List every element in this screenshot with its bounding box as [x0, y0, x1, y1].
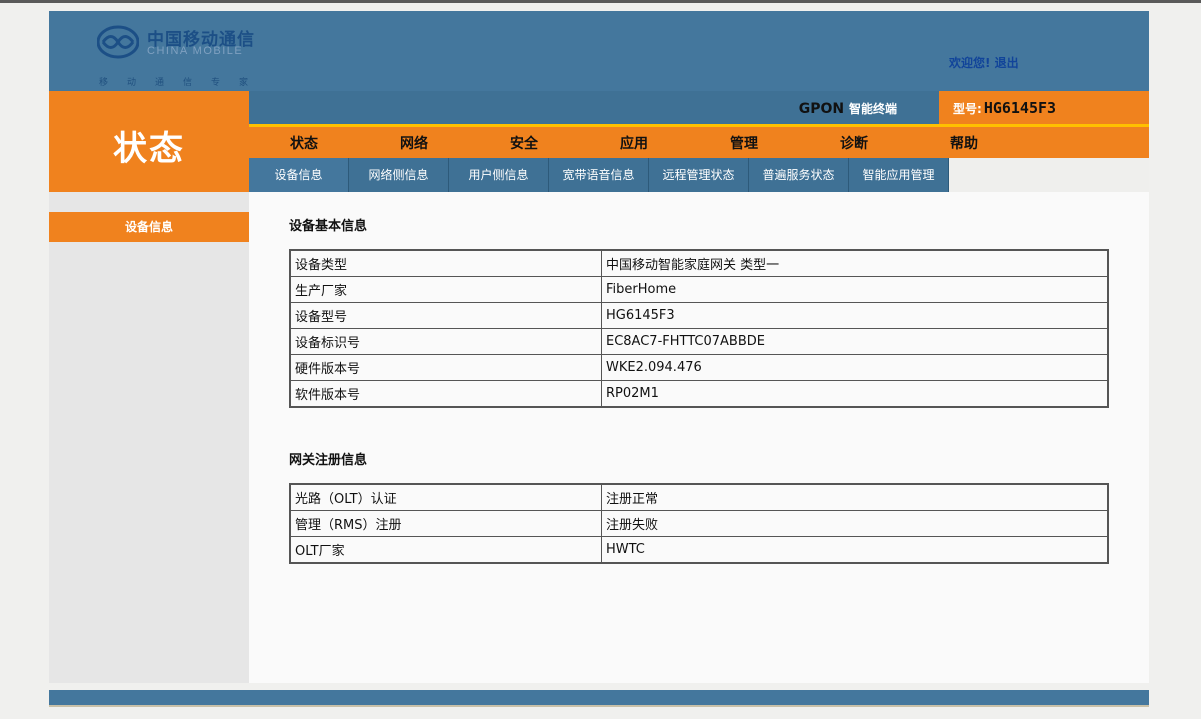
main-nav-status[interactable]: 状态: [259, 133, 349, 153]
main-nav-help[interactable]: 帮助: [919, 133, 1009, 153]
table-row: 管理（RMS）注册 注册失败: [289, 510, 1109, 537]
header-bar: 中国移动通信 CHINA MOBILE 移动通信专家 欢迎您! 退出: [49, 11, 1149, 91]
tab-remote-management-status[interactable]: 远程管理状态: [649, 158, 749, 192]
top-border: [0, 0, 1201, 3]
gpon-label: GPON: [798, 101, 845, 117]
table-cell-value: 注册失败: [601, 510, 1109, 537]
table-cell-value: RP02M1: [601, 380, 1109, 408]
sidebar: 设备信息: [49, 192, 249, 683]
table-cell-label: 硬件版本号: [289, 354, 602, 381]
logout-link[interactable]: 退出: [995, 56, 1019, 70]
table-row: 光路（OLT）认证 注册正常: [289, 483, 1109, 511]
table-cell-value: EC8AC7-FHTTC07ABBDE: [601, 328, 1109, 355]
logo-english-text: CHINA MOBILE: [147, 45, 244, 57]
main-nav-management[interactable]: 管理: [699, 133, 789, 153]
table-cell-value: FiberHome: [601, 276, 1109, 303]
section-title-block: 状态: [49, 91, 249, 192]
table-row: OLT厂家 HWTC: [289, 536, 1109, 564]
table-cell-value: 中国移动智能家庭网关 类型一: [601, 249, 1109, 277]
main-nav-security[interactable]: 安全: [479, 133, 569, 153]
table-cell-value: 注册正常: [601, 483, 1109, 511]
gpon-subtitle: 智能终端: [848, 102, 897, 116]
tab-device-info[interactable]: 设备信息: [249, 158, 349, 192]
table-cell-value: WKE2.094.476: [601, 354, 1109, 381]
table-row: 硬件版本号 WKE2.094.476: [289, 354, 1109, 381]
tab-smart-app-management[interactable]: 智能应用管理: [849, 158, 949, 192]
sub-nav: 设备信息 网络侧信息 用户侧信息 宽带语音信息 远程管理状态 普遍服务状态 智能…: [249, 158, 1149, 192]
table-row: 设备类型 中国移动智能家庭网关 类型一: [289, 249, 1109, 277]
model-info: 型号: HG6145F3: [953, 99, 1056, 117]
section-title: 状态: [113, 129, 185, 169]
table-cell-label: 管理（RMS）注册: [289, 510, 602, 537]
device-info-table: 设备类型 中国移动智能家庭网关 类型一 生产厂家 FiberHome 设备型号 …: [289, 249, 1109, 408]
product-name: GPON 智能终端: [799, 100, 897, 117]
model-label: 型号:: [953, 102, 982, 116]
main-nav-network[interactable]: 网络: [369, 133, 459, 153]
table-row: 生产厂家 FiberHome: [289, 276, 1109, 303]
footer-bar: [49, 690, 1149, 707]
table-cell-value: HG6145F3: [601, 302, 1109, 329]
china-mobile-emblem-icon: [97, 25, 139, 59]
welcome-text: 欢迎您!: [949, 56, 991, 70]
welcome-area: 欢迎您! 退出: [949, 54, 1019, 71]
router-admin-frame: 中国移动通信 CHINA MOBILE 移动通信专家 欢迎您! 退出 状态 GP…: [49, 11, 1149, 707]
main-nav: 状态 网络 安全 应用 管理 诊断 帮助: [249, 127, 1149, 158]
table-cell-label: 设备标识号: [289, 328, 602, 355]
registration-info-title: 网关注册信息: [289, 453, 368, 468]
tab-broadband-voice-info[interactable]: 宽带语音信息: [549, 158, 649, 192]
tab-universal-service-status[interactable]: 普遍服务状态: [749, 158, 849, 192]
product-bar: GPON 智能终端: [249, 91, 939, 125]
table-cell-label: 软件版本号: [289, 380, 602, 408]
table-row: 软件版本号 RP02M1: [289, 380, 1109, 408]
table-row: 设备型号 HG6145F3: [289, 302, 1109, 329]
logo-slogan: 移动通信专家: [99, 78, 268, 88]
main-content: 设备基本信息 设备类型 中国移动智能家庭网关 类型一 生产厂家 FiberHom…: [249, 192, 1149, 683]
table-row: 设备标识号 EC8AC7-FHTTC07ABBDE: [289, 328, 1109, 355]
table-cell-label: 生产厂家: [289, 276, 602, 303]
table-cell-label: 设备类型: [289, 249, 602, 277]
model-value: HG6145F3: [983, 99, 1057, 117]
table-cell-value: HWTC: [601, 536, 1109, 564]
registration-info-table: 光路（OLT）认证 注册正常 管理（RMS）注册 注册失败 OLT厂家 HWTC: [289, 483, 1109, 564]
sidebar-item-device-info[interactable]: 设备信息: [49, 212, 249, 242]
tab-user-side-info[interactable]: 用户侧信息: [449, 158, 549, 192]
model-box: 型号: HG6145F3: [939, 91, 1149, 125]
table-cell-label: OLT厂家: [289, 536, 602, 564]
tab-network-side-info[interactable]: 网络侧信息: [349, 158, 449, 192]
table-cell-label: 光路（OLT）认证: [289, 483, 602, 511]
table-cell-label: 设备型号: [289, 302, 602, 329]
china-mobile-logo: 中国移动通信 CHINA MOBILE 移动通信专家: [97, 23, 267, 88]
main-nav-application[interactable]: 应用: [589, 133, 679, 153]
device-info-title: 设备基本信息: [289, 219, 368, 234]
main-nav-diagnosis[interactable]: 诊断: [809, 133, 899, 153]
